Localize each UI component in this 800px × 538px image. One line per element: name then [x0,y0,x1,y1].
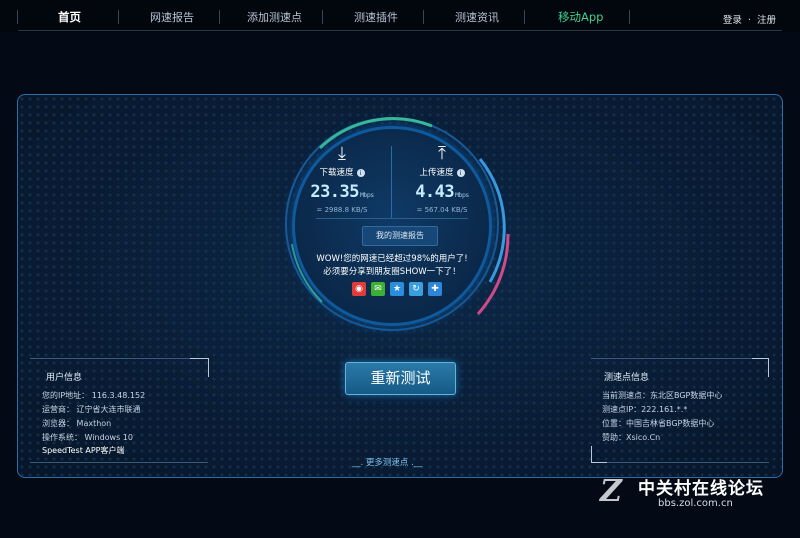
download-speed-row: 23.35Mbps [292,182,392,202]
login-separator: · [747,15,751,26]
download-label: 下载速度 [319,168,354,178]
download-icon: ⤓ [338,143,346,164]
user-info-title: 用户信息 [46,373,83,383]
point-box-corner-left [591,446,608,463]
share-prompt-line1: WOW!您的网速已经超过98%的用户了! [316,254,468,264]
nav-separator [524,10,525,24]
nav-underline [18,30,782,31]
qzone-icon[interactable]: ★ [390,282,404,296]
nav-mobile-app[interactable]: 移动App [558,9,603,25]
nav-separator [118,10,119,24]
tencent-weibo-icon[interactable]: ↻ [409,282,423,296]
upload-kbs: = 567.04 KB/S [416,206,468,214]
share-prompt: WOW!您的网速已经超过98%的用户了! 必须要分享到朋友圈SHOW一下了！ [292,253,492,279]
watermark-url: bbs.zol.com.cn [658,498,733,509]
user-ip: 您的IP地址： 116.3.48.152 [42,391,146,400]
nav-separator [322,10,323,24]
gauge-hline [316,218,468,219]
point-box-corner-right [752,358,769,377]
user-browser: 浏览器： Maxthon [42,419,112,428]
nav-separator [423,10,424,24]
user-box-topline [30,358,190,359]
download-unit: Mbps [360,191,374,199]
info-icon[interactable]: i [456,168,465,177]
current-test-point: 当前测速点：东北区BGP数据中心 [602,391,723,400]
speedtest-app-link[interactable]: SpeedTest APP客户端 [42,445,125,456]
test-point-sponsor: 赞助：Xsico.Cn [602,433,661,442]
info-icon[interactable]: i [356,168,365,177]
zol-logo-icon: Z [600,474,622,509]
download-label-row: 下载速度 i [292,166,392,178]
upload-label-row: 上传速度 i [392,166,492,178]
user-box-corner [190,358,209,377]
nav-plugin[interactable]: 测速插件 [354,9,398,25]
my-report-button[interactable]: 我的测速报告 [362,226,438,246]
share-prompt-line2: 必须要分享到朋友圈SHOW一下了！ [323,267,461,277]
zol-watermark: Z 中关村在线论坛 bbs.zol.com.cn [600,474,800,518]
download-kbs: = 2988.8 KB/S [316,206,368,214]
more-test-points-link[interactable]: __. 更多测速点 .__ [352,456,422,468]
test-point-location: 位置：中国吉林省BGP数据中心 [602,419,715,428]
login-link[interactable]: 登录 [723,15,742,26]
login-register: 登录 · 注册 [723,12,776,26]
upload-speed-row: 4.43Mbps [392,182,492,202]
point-box-topline [591,358,752,359]
nav-separator [17,10,18,24]
retest-button[interactable]: 重新测试 [345,362,456,395]
test-point-ip: 测速点IP：222.161.*.* [602,405,688,414]
user-os: 操作系统： Windows 10 [42,433,133,442]
upload-unit: Mbps [455,191,469,199]
register-link[interactable]: 注册 [757,15,776,26]
upload-section: ⤒ 上传速度 i 4.43Mbps = 567.04 KB/S [392,143,492,215]
upload-icon: ⤒ [438,143,446,164]
download-section: ⤓ 下载速度 i 23.35Mbps = 2988.8 KB/S [292,143,392,215]
watermark-title: 中关村在线论坛 [638,479,764,499]
user-box-bottomline [30,462,208,463]
point-box-bottomline [607,462,769,463]
nav-news[interactable]: 测速资讯 [455,9,499,25]
weibo-icon[interactable]: ◉ [352,282,366,296]
top-nav: 首页 网速报告 添加测速点 测速插件 测速资讯 移动App 登录 · 注册 [0,0,800,32]
wechat-icon[interactable]: ✉ [371,282,385,296]
nav-speed-report[interactable]: 网速报告 [150,9,194,25]
upload-speed-value: 4.43 [415,182,455,202]
nav-home[interactable]: 首页 [58,9,81,25]
test-point-title: 测速点信息 [604,373,650,383]
nav-separator [629,10,630,24]
nav-separator [219,10,220,24]
user-isp: 运营商： 辽宁省大连市联通 [42,405,141,414]
nav-add-point[interactable]: 添加测速点 [247,9,302,25]
download-speed-value: 23.35 [310,182,360,202]
more-share-icon[interactable]: ✚ [428,282,442,296]
upload-label: 上传速度 [419,168,454,178]
